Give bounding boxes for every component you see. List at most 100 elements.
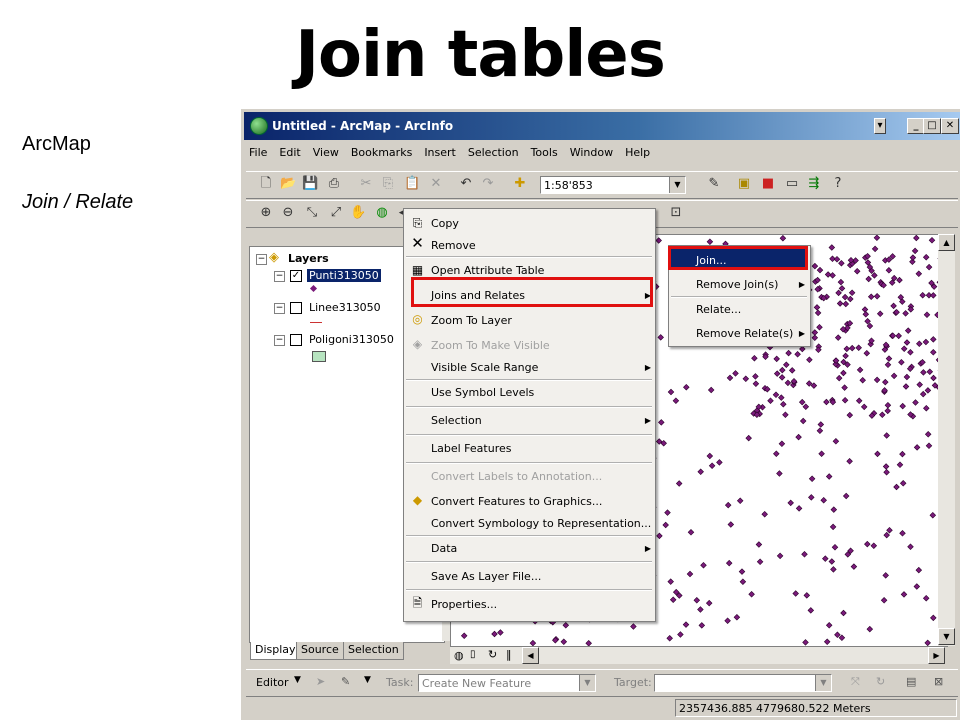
full-extent-icon[interactable]: ◍ — [374, 205, 390, 221]
layer-checkbox-punti[interactable]: ✓ — [290, 270, 302, 282]
menu-item-relate[interactable]: Relate... — [696, 303, 741, 316]
add-data-icon[interactable]: ✚ — [512, 176, 528, 192]
arctoolbox-icon[interactable]: ■ — [760, 176, 776, 192]
arccatalog-icon[interactable]: ▣ — [736, 176, 752, 192]
menu-item-save-as-layer-file[interactable]: Save As Layer File... — [431, 570, 541, 583]
edit-tool-icon[interactable]: ➤ — [316, 675, 325, 688]
maximize-button[interactable]: □ — [923, 118, 941, 134]
collapse-icon[interactable]: − — [274, 335, 285, 346]
command-line-icon[interactable]: ▭ — [784, 176, 800, 192]
map-point — [772, 391, 780, 399]
undo-icon[interactable]: ↶ — [458, 176, 474, 192]
attributes-icon[interactable]: ▤ — [906, 675, 916, 688]
whats-this-icon[interactable]: ? — [830, 176, 846, 192]
open-icon[interactable]: 📂 — [280, 176, 296, 192]
data-view-icon[interactable]: ◍ — [454, 649, 464, 662]
copy-toolbar-icon[interactable]: ⎘ — [380, 176, 396, 192]
collapse-icon[interactable]: − — [274, 271, 285, 282]
layer-name-poligoni[interactable]: Poligoni313050 — [309, 333, 394, 346]
pan-icon[interactable]: ✋ — [350, 205, 366, 221]
map-horizontal-scrollbar[interactable]: ◍ ▯ ↻ ‖ ◀ ▶ — [450, 647, 945, 664]
zoom-in-icon[interactable]: ⊕ — [258, 205, 274, 221]
layer-name-punti[interactable]: Punti313050 — [307, 269, 381, 282]
redo-icon[interactable]: ↷ — [480, 176, 496, 192]
layers-root[interactable]: Layers — [288, 252, 329, 265]
rotate-tool-icon[interactable]: ↻ — [876, 675, 885, 688]
paste-icon[interactable]: 📋 — [404, 176, 420, 192]
target-combo[interactable]: ▼ — [654, 674, 832, 692]
scale-combo[interactable]: 1:58'853 ▼ — [540, 176, 686, 194]
menu-item-convert-features[interactable]: Convert Features to Graphics... — [431, 495, 602, 508]
menu-item-convert-symbology[interactable]: Convert Symbology to Representation... — [431, 517, 651, 530]
menu-item-zoom-to-layer[interactable]: Zoom To Layer — [431, 314, 512, 327]
task-combo[interactable]: Create New Feature ▼ — [418, 674, 596, 692]
chevron-down-icon[interactable]: ▼ — [815, 675, 831, 691]
menu-item-selection[interactable]: Selection — [431, 414, 482, 427]
map-point — [803, 592, 811, 599]
editor-menu[interactable]: Editor — [256, 676, 289, 689]
map-point — [782, 411, 789, 418]
layer-name-linee[interactable]: Linee313050 — [309, 301, 381, 314]
save-icon[interactable]: 💾 — [302, 176, 318, 192]
scroll-down-icon[interactable]: ▼ — [938, 628, 955, 645]
menu-item-remove-joins[interactable]: Remove Join(s) — [696, 278, 778, 291]
menu-item-properties[interactable]: Properties... — [431, 598, 497, 611]
split-tool-icon[interactable]: ⤧ — [851, 675, 860, 689]
menu-insert[interactable]: Insert — [421, 144, 459, 161]
fixed-zoom-out-icon[interactable]: ⤢ — [328, 205, 344, 221]
layout-view-icon[interactable]: ▯ — [470, 649, 476, 660]
map-point — [693, 597, 701, 604]
pause-icon[interactable]: ‖ — [506, 648, 512, 661]
chevron-down-icon[interactable]: ▼ — [364, 675, 371, 685]
menu-file[interactable]: File — [246, 144, 270, 161]
title-dropdown-button[interactable]: ▾ — [874, 118, 886, 134]
tab-source[interactable]: Source — [296, 642, 344, 660]
hyperlink-icon[interactable]: ⊡ — [668, 205, 684, 221]
menu-help[interactable]: Help — [622, 144, 653, 161]
menu-item-label-features[interactable]: Label Features — [431, 442, 511, 455]
fixed-zoom-in-icon[interactable]: ⤡ — [304, 205, 320, 221]
menu-item-remove-relates[interactable]: Remove Relate(s) — [696, 327, 793, 340]
model-builder-icon[interactable]: ⇶ — [806, 176, 822, 192]
collapse-icon[interactable]: − — [256, 254, 267, 265]
menu-bookmarks[interactable]: Bookmarks — [348, 144, 415, 161]
menu-item-use-symbol-levels[interactable]: Use Symbol Levels — [431, 386, 534, 399]
print-icon[interactable]: ⎙ — [326, 176, 342, 192]
sketch-tool-icon[interactable]: ✎ — [341, 675, 350, 688]
scroll-left-icon[interactable]: ◀ — [522, 647, 539, 664]
zoom-visible-icon: ◈ — [412, 337, 423, 351]
editor-toolbar-icon[interactable]: ✎ — [706, 176, 722, 192]
scroll-right-icon[interactable]: ▶ — [928, 647, 945, 664]
chevron-down-icon[interactable]: ▼ — [669, 177, 685, 193]
refresh-icon[interactable]: ↻ — [488, 648, 497, 661]
window-title: Untitled - ArcMap - ArcInfo — [272, 119, 454, 133]
sketch-properties-icon[interactable]: ⊠ — [934, 675, 943, 688]
menu-view[interactable]: View — [310, 144, 342, 161]
menu-selection[interactable]: Selection — [465, 144, 522, 161]
tab-selection[interactable]: Selection — [343, 642, 404, 660]
menu-edit[interactable]: Edit — [276, 144, 303, 161]
zoom-out-icon[interactable]: ⊖ — [280, 205, 296, 221]
chevron-down-icon[interactable]: ▼ — [579, 675, 595, 691]
menu-item-data[interactable]: Data — [431, 542, 457, 555]
map-point — [924, 431, 932, 438]
new-document-icon[interactable]: 🗋 — [258, 176, 274, 192]
menu-item-copy[interactable]: Copy — [431, 217, 459, 230]
submenu-arrow-icon: ▶ — [644, 363, 651, 372]
scroll-up-icon[interactable]: ▲ — [938, 234, 955, 251]
layer-checkbox-linee[interactable] — [290, 302, 302, 314]
menu-window[interactable]: Window — [567, 144, 616, 161]
close-button[interactable]: ✕ — [941, 118, 959, 134]
layer-checkbox-poligoni[interactable] — [290, 334, 302, 346]
collapse-icon[interactable]: − — [274, 303, 285, 314]
cut-icon[interactable]: ✂ — [358, 176, 374, 192]
menu-item-remove[interactable]: Remove — [431, 239, 476, 252]
menu-item-open-attribute-table[interactable]: Open Attribute Table — [431, 264, 544, 277]
chevron-down-icon[interactable]: ▼ — [294, 675, 301, 685]
menu-item-visible-scale-range[interactable]: Visible Scale Range — [431, 361, 538, 374]
tab-display[interactable]: Display — [250, 642, 301, 660]
map-vertical-scrollbar[interactable]: ▲ ▼ — [938, 234, 955, 646]
menu-separator — [406, 406, 652, 408]
menu-tools[interactable]: Tools — [528, 144, 561, 161]
delete-icon[interactable]: ✕ — [428, 176, 444, 192]
